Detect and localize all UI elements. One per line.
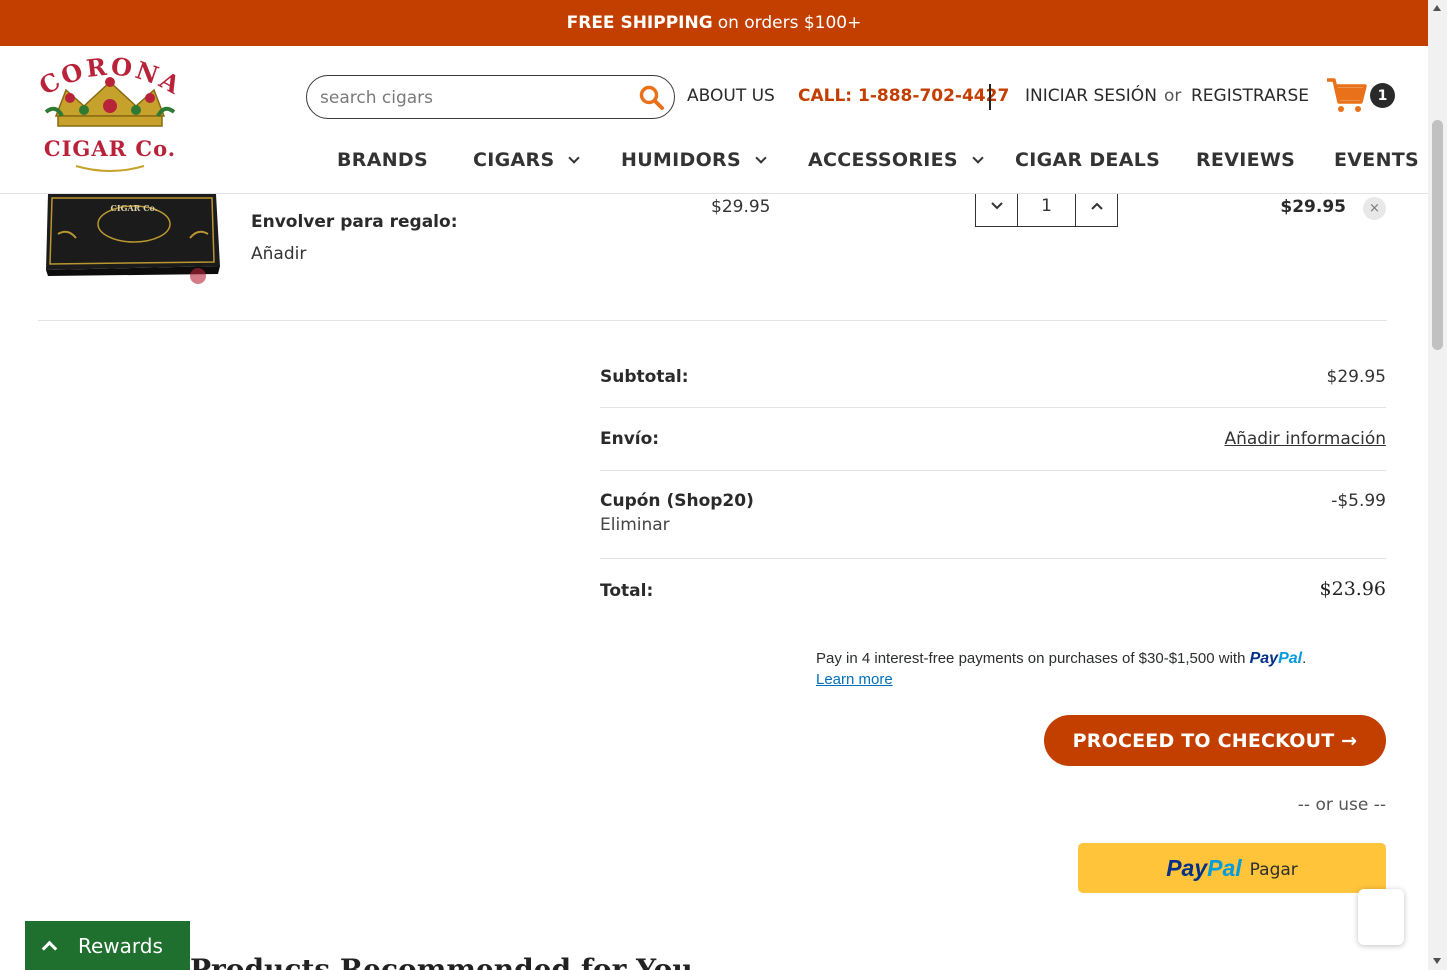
total-value: $23.96 [1319, 578, 1386, 600]
page-scrollbar[interactable] [1428, 0, 1447, 970]
cart-count-badge[interactable]: 1 [1370, 83, 1395, 108]
scroll-down-arrow-icon[interactable] [1433, 958, 1441, 964]
scroll-up-arrow-icon[interactable] [1433, 5, 1441, 11]
coupon-label: Cupón (Shop20) [600, 491, 754, 511]
nav-label: ACCESSORIES [808, 149, 958, 171]
chevron-down-icon [568, 151, 581, 164]
chevron-up-icon [41, 940, 58, 957]
nav-label: HUMIDORS [621, 149, 741, 171]
nav-cigars[interactable]: CIGARS [473, 148, 581, 172]
nav-humidors[interactable]: HUMIDORS [621, 148, 767, 172]
total-label: Total: [600, 581, 654, 601]
nav-label: REVIEWS [1196, 149, 1296, 171]
add-shipping-link[interactable]: Añadir información [1224, 429, 1386, 449]
paypal-brand-a: Pay [1166, 854, 1208, 881]
checkout-label: PROCEED TO CHECKOUT → [1072, 729, 1358, 752]
nav-label: CIGAR DEALS [1015, 149, 1161, 171]
chevron-up-icon [1090, 202, 1103, 210]
nav-brands[interactable]: BRANDS [337, 148, 428, 172]
about-us-link[interactable]: ABOUT US [687, 86, 775, 106]
rewards-label: Rewards [78, 933, 163, 958]
cart-icon[interactable] [1325, 76, 1367, 114]
nav-cigar-deals[interactable]: CIGAR DEALS [1015, 148, 1160, 172]
coupon-value: -$5.99 [1331, 491, 1386, 511]
rewards-button[interactable]: Rewards [25, 921, 190, 970]
paypal-pagar-label: Pagar [1249, 860, 1298, 880]
paypal-brand-b: Pal [1207, 854, 1242, 881]
chat-widget[interactable] [1358, 889, 1404, 945]
learn-more-link[interactable]: Learn more [816, 671, 893, 688]
paypal-paylater-message: Pay in 4 interest-free payments on purch… [816, 648, 1306, 690]
gift-wrap-label: Envolver para regalo: [251, 212, 458, 232]
nav-events[interactable]: EVENTS [1334, 148, 1419, 172]
nav-label: BRANDS [337, 149, 428, 171]
gift-wrap-add-link[interactable]: Añadir [251, 244, 306, 264]
subtotal-label: Subtotal: [600, 367, 689, 387]
site-header: CORONA CIGAR Co. ABOUT US CALL: 1-888-70… [0, 46, 1428, 194]
promo-banner: FREE SHIPPING on orders $100+ [0, 0, 1428, 46]
subtotal-value: $29.95 [1326, 367, 1386, 387]
nav-label: CIGARS [473, 149, 555, 171]
nav-reviews[interactable]: REVIEWS [1196, 148, 1295, 172]
recommended-heading: Products Recommended for You [190, 953, 693, 970]
thumb-text: CIGAR Co. [111, 203, 158, 213]
close-icon[interactable]: × [1363, 197, 1386, 220]
proceed-to-checkout-button[interactable]: PROCEED TO CHECKOUT → [1044, 715, 1386, 766]
register-link[interactable]: REGISTRARSE [1191, 86, 1309, 106]
promo-bold: FREE SHIPPING [566, 13, 713, 33]
cart-totals: Subtotal: $29.95 Envío: Añadir informaci… [600, 345, 1386, 623]
nav-accessories[interactable]: ACCESSORIES [808, 148, 984, 172]
paypal-logo: PayPal [1166, 855, 1241, 882]
paypal-brand-a: Pay [1249, 650, 1279, 667]
divider [38, 320, 1387, 321]
login-link[interactable]: INICIAR SESIÓN [1025, 86, 1157, 106]
product-thumbnail[interactable]: CIGAR Co. [38, 194, 228, 294]
promo-text: on orders $100+ [717, 13, 862, 33]
scrollbar-thumb[interactable] [1432, 120, 1443, 350]
cart-line-item: CIGAR Co. Envolver para regalo: Añadir $… [0, 186, 1428, 321]
paylater-period: . [1302, 650, 1307, 667]
line-total: $29.95 [1280, 197, 1346, 217]
logo-line2: CIGAR Co. [44, 136, 176, 161]
or-text: or [1164, 86, 1182, 106]
or-use-text: -- or use -- [1297, 795, 1386, 815]
coupon-row: Cupón (Shop20) Eliminar -$5.99 [600, 471, 1386, 559]
search-box [306, 75, 675, 119]
paylater-text: Pay in 4 interest-free payments on purch… [816, 650, 1246, 667]
coupon-remove-link[interactable]: Eliminar [600, 515, 1386, 535]
paypal-checkout-button[interactable]: PayPal Pagar [1078, 843, 1386, 893]
subtotal-row: Subtotal: $29.95 [600, 345, 1386, 408]
nav-label: EVENTS [1334, 149, 1420, 171]
shipping-label: Envío: [600, 429, 660, 449]
unit-price: $29.95 [711, 197, 771, 217]
chevron-down-icon [990, 202, 1003, 210]
header-divider [989, 84, 991, 110]
chevron-down-icon [972, 151, 984, 164]
chevron-down-icon [755, 151, 767, 164]
paypal-logo: PayPal [1250, 650, 1302, 667]
call-link[interactable]: CALL: 1-888-702-4427 [798, 86, 1009, 106]
corona-logo[interactable]: CORONA CIGAR Co. [26, 54, 194, 178]
search-input[interactable] [320, 86, 620, 110]
total-row: Total: $23.96 [600, 559, 1386, 623]
shipping-row: Envío: Añadir información [600, 408, 1386, 471]
paypal-brand-b: Pal [1278, 650, 1303, 667]
search-icon[interactable] [638, 84, 666, 112]
